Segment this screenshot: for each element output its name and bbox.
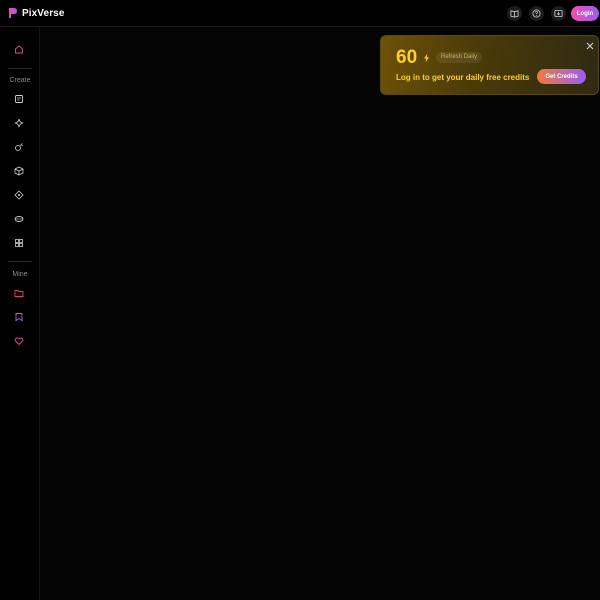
credits-count: 60: [396, 47, 418, 68]
sidebar-divider: [8, 68, 32, 69]
help-button[interactable]: [529, 6, 544, 21]
sidebar-item-templates[interactable]: [14, 238, 24, 248]
sidebar-item-3d[interactable]: [14, 166, 24, 176]
sidebar-section-create: Create: [9, 77, 31, 84]
refresh-daily-badge: Refresh Daily: [436, 52, 483, 63]
sidebar-item-saved[interactable]: [14, 312, 24, 322]
brand-name: PixVerse: [22, 7, 65, 19]
bookmark-icon: [15, 313, 23, 322]
brand-logo[interactable]: PixVerse: [8, 7, 65, 19]
login-button[interactable]: Login: [571, 6, 599, 21]
docs-button[interactable]: [507, 6, 522, 21]
cube-icon: [14, 166, 24, 176]
sidebar-item-effects[interactable]: [14, 142, 24, 152]
text-image-icon: [15, 95, 23, 103]
sidebar-item-my-assets[interactable]: [14, 288, 24, 298]
sidebar: Create Mine: [0, 27, 40, 600]
ring-icon: [14, 216, 24, 222]
sidebar-section-mine: Mine: [12, 271, 28, 278]
sidebar-item-orbit[interactable]: [14, 214, 24, 224]
sidebar-item-text-to-image[interactable]: [14, 94, 24, 104]
get-credits-button[interactable]: Get Credits: [537, 69, 586, 84]
heart-icon: [14, 337, 24, 346]
sparkle-icon: [14, 118, 24, 128]
pixverse-logo-icon: [9, 8, 17, 18]
sidebar-item-home[interactable]: [14, 44, 24, 54]
download-icon: [554, 9, 563, 18]
download-button[interactable]: [551, 6, 566, 21]
sidebar-item-transform[interactable]: [14, 190, 24, 200]
folder-icon: [14, 290, 24, 297]
help-icon: [532, 9, 541, 18]
close-icon[interactable]: [586, 42, 594, 50]
grid-icon: [15, 239, 23, 247]
sidebar-divider: [8, 261, 32, 262]
popup-message: Log in to get your daily free credits: [396, 73, 530, 82]
home-icon: [15, 45, 23, 54]
credits-popup: 60 Refresh Daily Log in to get your dail…: [380, 35, 599, 95]
top-header: PixVerse Login: [0, 0, 600, 27]
book-icon: [510, 10, 519, 18]
diamond-icon: [14, 190, 24, 200]
lightning-icon: [424, 53, 429, 63]
sidebar-item-generate[interactable]: [14, 118, 24, 128]
app-root: PixVerse Login Create Mine 60 Refresh Da…: [0, 0, 600, 600]
magic-wand-icon: [15, 143, 23, 151]
sidebar-item-likes[interactable]: [14, 336, 24, 346]
